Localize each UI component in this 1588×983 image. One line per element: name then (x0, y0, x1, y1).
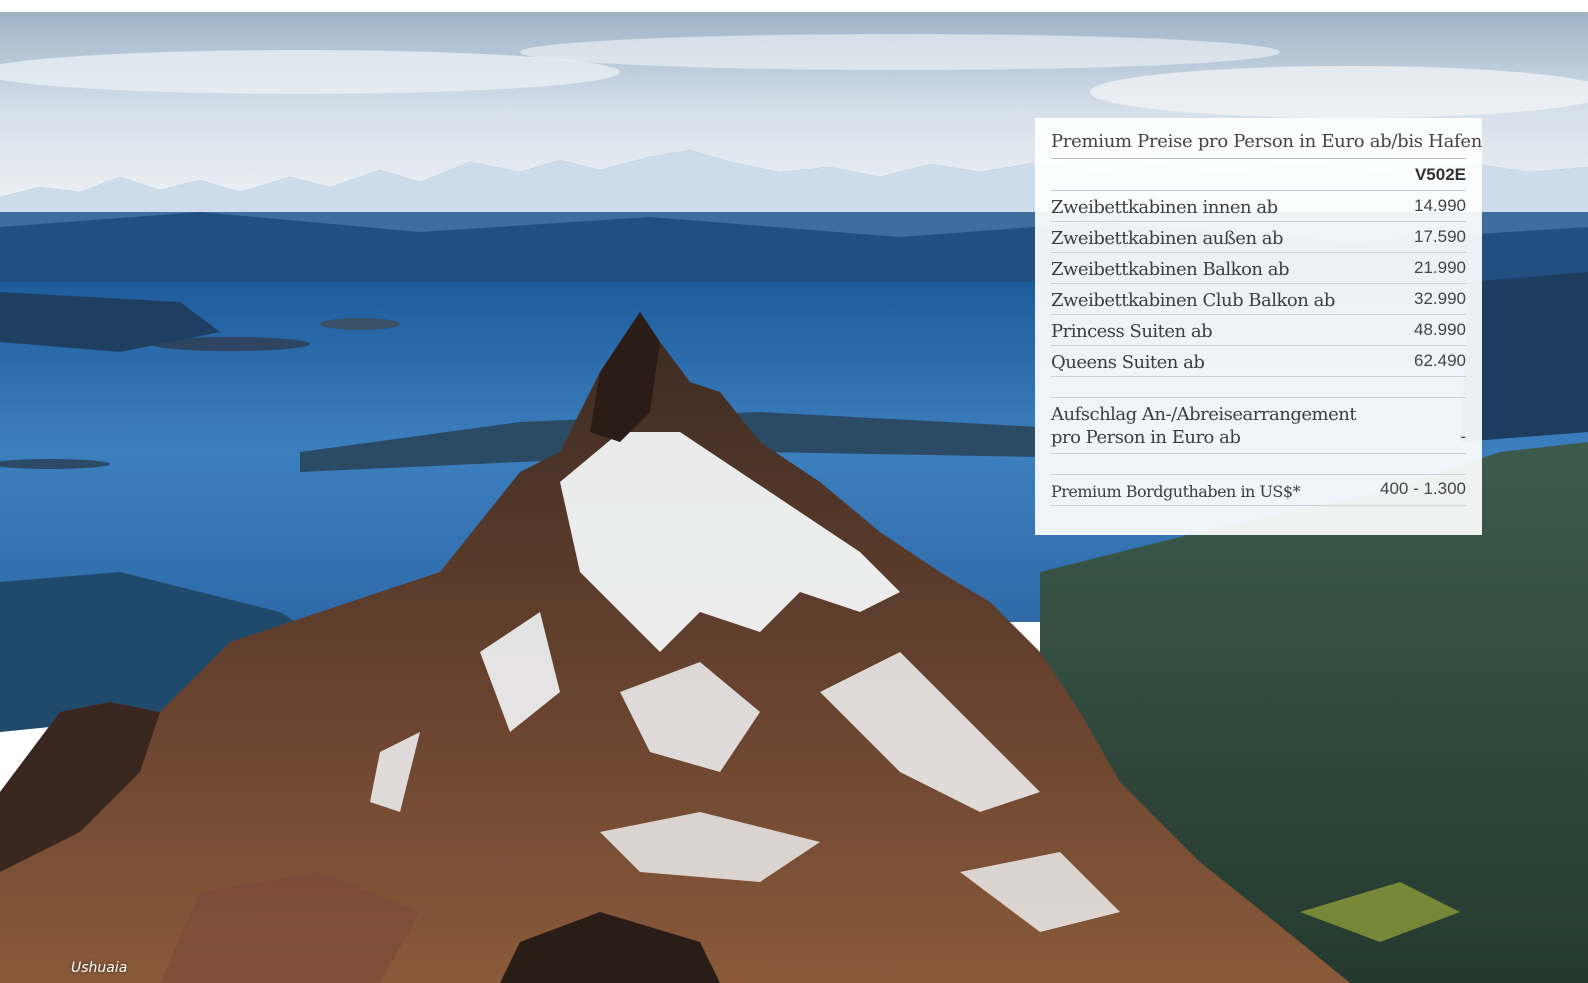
voyage-code-header: V502E (1051, 159, 1466, 191)
surcharge-label-line2: pro Person in Euro ab (1051, 427, 1241, 448)
onboard-credit-row: Premium Bordguthaben in US$* 400 - 1.300 (1051, 475, 1466, 506)
price-row-label: Princess Suiten ab (1051, 321, 1213, 342)
voyage-code: V502E (1414, 164, 1466, 184)
price-row-value: 62.490 (1414, 351, 1466, 370)
price-table-title: Premium Preise pro Person in Euro ab/bis… (1051, 128, 1482, 159)
price-row: Zweibettkabinen Balkon ab 21.990 (1051, 253, 1466, 284)
surcharge-label-line1: Aufschlag An-/Abreisearrangement (1051, 404, 1357, 425)
price-row-label: Zweibettkabinen Club Balkon ab (1051, 290, 1335, 311)
price-row-value: 32.990 (1414, 289, 1466, 308)
table-divider (1051, 454, 1466, 475)
price-row-label: Zweibettkabinen innen ab (1051, 197, 1278, 218)
price-row: Zweibettkabinen außen ab 17.590 (1051, 222, 1466, 253)
price-row-label: Queens Suiten ab (1051, 352, 1205, 373)
surcharge-row: Aufschlag An-/Abreisearrangement pro Per… (1051, 398, 1466, 454)
price-row-value: 14.990 (1414, 196, 1466, 215)
brochure-page: Premium Preise pro Person in Euro ab/bis… (0, 0, 1588, 983)
surcharge-value: - (1460, 427, 1466, 446)
price-row-value: 21.990 (1414, 258, 1466, 277)
price-row: Zweibettkabinen Club Balkon ab 32.990 (1051, 284, 1466, 315)
price-row-label: Zweibettkabinen außen ab (1051, 228, 1284, 249)
price-table-panel: Premium Preise pro Person in Euro ab/bis… (1035, 118, 1482, 535)
table-divider (1051, 377, 1466, 398)
price-row-value: 17.590 (1414, 227, 1466, 246)
top-margin (0, 0, 1588, 12)
price-row-label: Zweibettkabinen Balkon ab (1051, 259, 1289, 280)
price-row: Princess Suiten ab 48.990 (1051, 315, 1466, 346)
price-row: Zweibettkabinen innen ab 14.990 (1051, 191, 1466, 222)
price-row: Queens Suiten ab 62.490 (1051, 346, 1466, 377)
surcharge-label: Aufschlag An-/Abreisearrangement pro Per… (1051, 403, 1357, 449)
photo-caption: Ushuaia (71, 960, 128, 976)
price-row-value: 48.990 (1414, 320, 1466, 339)
onboard-credit-value: 400 - 1.300 (1379, 479, 1466, 498)
onboard-credit-label: Premium Bordguthaben in US$* (1051, 482, 1301, 501)
